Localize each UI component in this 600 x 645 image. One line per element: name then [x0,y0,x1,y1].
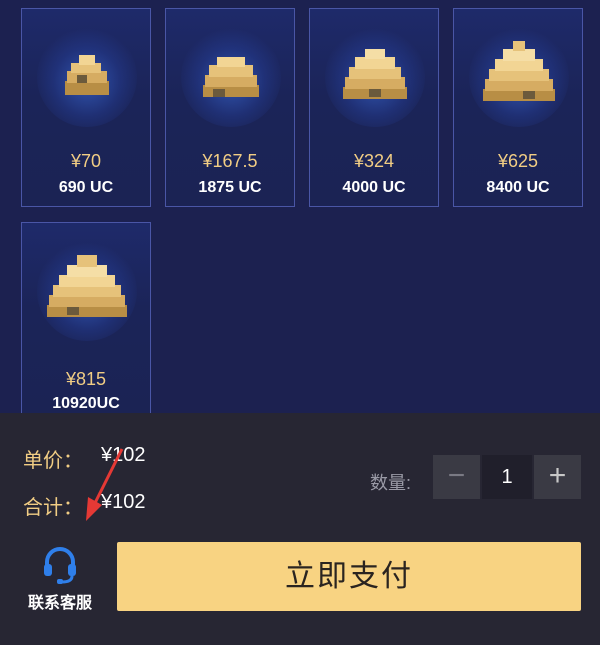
product-amount: 8400 UC [486,179,550,196]
product-amount: 4000 UC [342,179,406,196]
product-grid: ¥70 690 UC ¥167.5 1875 UC ¥324 4000 UC ¥… [0,0,600,414]
product-price: ¥70 [70,151,102,171]
product-amount: 1875 UC [198,179,262,196]
product-price: ¥815 [65,369,107,389]
uc-currency-pile-icon [65,55,109,95]
product-amount: 690 UC [58,179,114,196]
uc-currency-pile-icon [203,57,259,97]
checkout-panel: 单价： ¥102 合计： ¥102 数量: − 1 + 联系客服 立即支付 [0,413,600,645]
product-card-8400uc[interactable]: ¥625 8400 UC [453,8,583,207]
red-arrow-icon [86,448,124,521]
product-price: ¥167.5 [202,151,258,171]
product-card-690uc[interactable]: ¥70 690 UC [21,8,151,207]
product-card-1875uc[interactable]: ¥167.5 1875 UC [165,8,295,207]
product-card-4000uc[interactable]: ¥324 4000 UC [309,8,439,207]
uc-currency-pile-icon [343,49,407,99]
product-card-10920uc[interactable]: ¥815 10920UC [21,222,151,414]
product-price: ¥324 [353,151,395,171]
uc-currency-pile-icon [47,255,127,317]
uc-currency-pile-icon [483,41,555,101]
product-amount: 10920UC [52,395,120,412]
product-price: ¥625 [497,151,539,171]
